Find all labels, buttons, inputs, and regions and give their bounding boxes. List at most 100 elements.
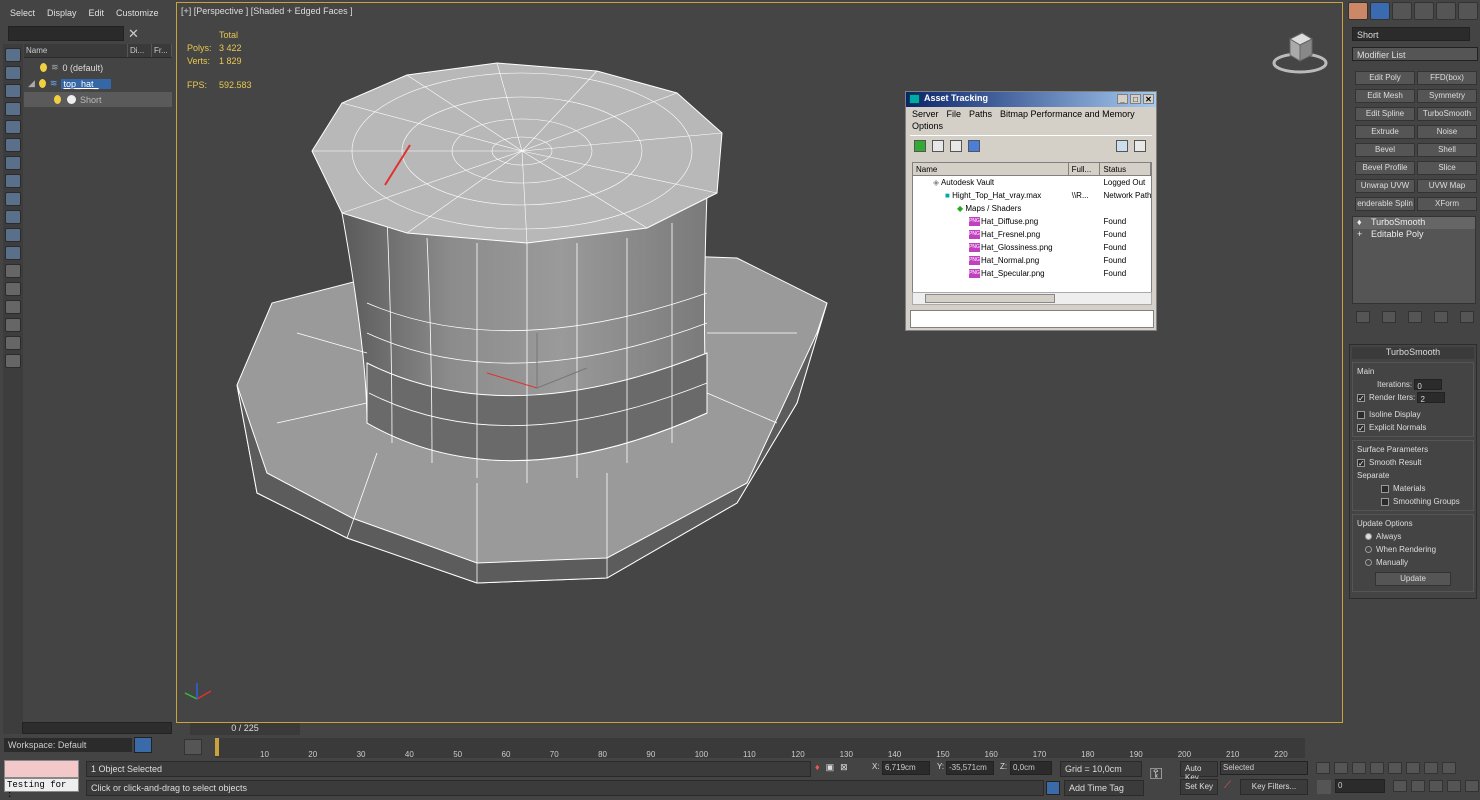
asset-row[interactable]: ■ Hight_Top_Hat_vray.max \\R... Network …: [913, 189, 1151, 202]
asset-menu-paths[interactable]: Paths: [969, 109, 992, 119]
light-bulb-icon[interactable]: [54, 95, 61, 104]
hierarchy-icon[interactable]: [5, 354, 21, 368]
light-bulb-icon[interactable]: [38, 79, 46, 88]
modifier-button[interactable]: Unwrap UVW: [1355, 179, 1415, 193]
settings-icon[interactable]: [1134, 139, 1146, 152]
object-name-field[interactable]: Short: [1352, 27, 1470, 41]
explicit-normals-checkbox[interactable]: ✓: [1357, 423, 1365, 432]
modify-tab-icon[interactable]: [1370, 2, 1390, 20]
go-to-start-icon[interactable]: [1316, 762, 1330, 774]
list-view-icon[interactable]: [932, 139, 944, 152]
display-all-icon[interactable]: [5, 264, 21, 278]
update-button[interactable]: Update: [1375, 572, 1451, 586]
open-mini-curve-editor-icon[interactable]: [184, 739, 202, 755]
modifier-list-dropdown[interactable]: Modifier List: [1352, 47, 1478, 61]
display-tab-icon[interactable]: [1436, 2, 1456, 20]
help-icon[interactable]: [1116, 139, 1128, 152]
asset-menu-options[interactable]: Options: [912, 121, 943, 131]
maxscript-listener[interactable]: [4, 760, 79, 778]
modifier-button[interactable]: Edit Poly: [1355, 71, 1415, 85]
current-frame-field[interactable]: 0: [1335, 779, 1385, 793]
modifier-button[interactable]: Bevel: [1355, 143, 1415, 157]
display-spacewarps-icon[interactable]: [5, 138, 21, 152]
scene-search-input[interactable]: [8, 26, 124, 41]
asset-path-field[interactable]: [910, 310, 1154, 328]
set-key-mode-icon[interactable]: ⚿: [1150, 766, 1162, 784]
maximize-viewport-icon[interactable]: [1442, 762, 1456, 774]
display-lights-icon[interactable]: [5, 84, 21, 98]
key-mode-toggle-icon[interactable]: [1317, 780, 1331, 794]
time-tag-icon[interactable]: [1046, 781, 1060, 795]
pan-icon[interactable]: [1424, 762, 1438, 774]
stack-item-editable-poly[interactable]: + Editable Poly: [1353, 229, 1475, 241]
smoothing-groups-checkbox[interactable]: [1381, 497, 1389, 506]
isolate-selection-icon[interactable]: ♦: [815, 762, 820, 773]
thumbnail-view-icon[interactable]: [950, 139, 962, 152]
display-frozen-icon[interactable]: [5, 228, 21, 242]
make-unique-icon[interactable]: [1408, 311, 1422, 323]
field-of-view-icon[interactable]: [1429, 780, 1443, 792]
isoline-checkbox[interactable]: [1357, 410, 1365, 419]
smooth-result-checkbox[interactable]: ✓: [1357, 458, 1365, 467]
light-bulb-icon[interactable]: [40, 63, 47, 72]
display-xrefs-icon[interactable]: [5, 174, 21, 188]
menu-display[interactable]: Display: [41, 6, 83, 22]
light-bulb-icon[interactable]: ♦: [1357, 217, 1362, 227]
modifier-button[interactable]: UVW Map: [1417, 179, 1477, 193]
layer-manager-icon[interactable]: [134, 737, 152, 753]
asset-row[interactable]: ◆ Maps / Shaders: [913, 202, 1151, 215]
filter-icon[interactable]: [5, 318, 21, 332]
materials-checkbox[interactable]: [1381, 484, 1389, 493]
modifier-button[interactable]: XForm: [1417, 197, 1477, 211]
asset-menu-file[interactable]: File: [947, 109, 962, 119]
time-config-icon[interactable]: [1393, 780, 1407, 792]
rollout-title[interactable]: TurboSmooth: [1352, 347, 1474, 359]
asset-row[interactable]: PNGHat_Normal.png Found: [913, 254, 1151, 267]
modifier-button[interactable]: Edit Spline: [1355, 107, 1415, 121]
workspace-dropdown[interactable]: Workspace: Default: [4, 738, 132, 752]
asset-table-scrollbar[interactable]: [912, 292, 1152, 305]
iterations-spinner[interactable]: 0: [1414, 379, 1443, 391]
absolute-mode-icon[interactable]: ⊠: [840, 762, 848, 773]
modifier-button[interactable]: enderable Splin: [1355, 197, 1415, 211]
motion-tab-icon[interactable]: [1414, 2, 1434, 20]
zoom-icon[interactable]: [1411, 780, 1425, 792]
display-containers-icon[interactable]: [5, 210, 21, 224]
modifier-button[interactable]: Extrude: [1355, 125, 1415, 139]
asset-menu-bitmap[interactable]: Bitmap Performance and Memory: [1000, 109, 1135, 119]
modifier-button[interactable]: Bevel Profile: [1355, 161, 1415, 175]
asset-row[interactable]: PNGHat_Specular.png Found: [913, 267, 1151, 280]
set-key-button[interactable]: Set Key: [1180, 779, 1218, 795]
go-to-end-icon[interactable]: [1388, 762, 1402, 774]
asset-column-name[interactable]: Name: [913, 163, 1069, 175]
lock-selection-icon[interactable]: ▣: [826, 762, 835, 773]
show-end-result-icon[interactable]: [1382, 311, 1396, 323]
column-name[interactable]: Name: [24, 44, 128, 57]
time-slider[interactable]: 0 / 225: [190, 723, 300, 735]
display-none-icon[interactable]: [5, 282, 21, 296]
create-tab-icon[interactable]: [1348, 2, 1368, 20]
invert-display-icon[interactable]: [5, 300, 21, 314]
render-iters-checkbox[interactable]: ✓: [1357, 393, 1365, 402]
stack-item-turbosmooth[interactable]: ♦ TurboSmooth: [1353, 217, 1475, 229]
layer-row-default[interactable]: ≋ 0 (default): [24, 60, 172, 75]
minimize-icon[interactable]: _: [1117, 94, 1128, 104]
y-coord-field[interactable]: -35,571cm: [946, 761, 994, 775]
asset-row[interactable]: ◈ Autodesk Vault Logged Out: [913, 176, 1151, 189]
asset-column-status[interactable]: Status: [1100, 163, 1151, 175]
viewcube-icon[interactable]: [1270, 25, 1330, 75]
manually-radio[interactable]: [1365, 559, 1372, 567]
scene-horizontal-scrollbar[interactable]: [22, 722, 172, 734]
render-iters-spinner[interactable]: 2: [1417, 392, 1446, 404]
auto-key-button[interactable]: Auto Key: [1180, 761, 1218, 782]
modifier-button[interactable]: Edit Mesh: [1355, 89, 1415, 103]
key-filters-button[interactable]: Key Filters...: [1240, 779, 1308, 795]
maximize-icon[interactable]: □: [1130, 94, 1141, 104]
expand-icon[interactable]: +: [1357, 229, 1362, 239]
play-icon[interactable]: [1352, 762, 1366, 774]
display-groups-icon[interactable]: [5, 156, 21, 170]
asset-tracking-dialog[interactable]: Asset Tracking _ □ ✕ Server File Paths B…: [905, 91, 1157, 331]
perspective-viewport[interactable]: [+] [Perspective ] [Shaded + Edged Faces…: [176, 2, 1343, 723]
asset-row[interactable]: PNGHat_Glossiness.png Found: [913, 241, 1151, 254]
maxscript-listener-output[interactable]: Testing for :: [4, 778, 79, 800]
